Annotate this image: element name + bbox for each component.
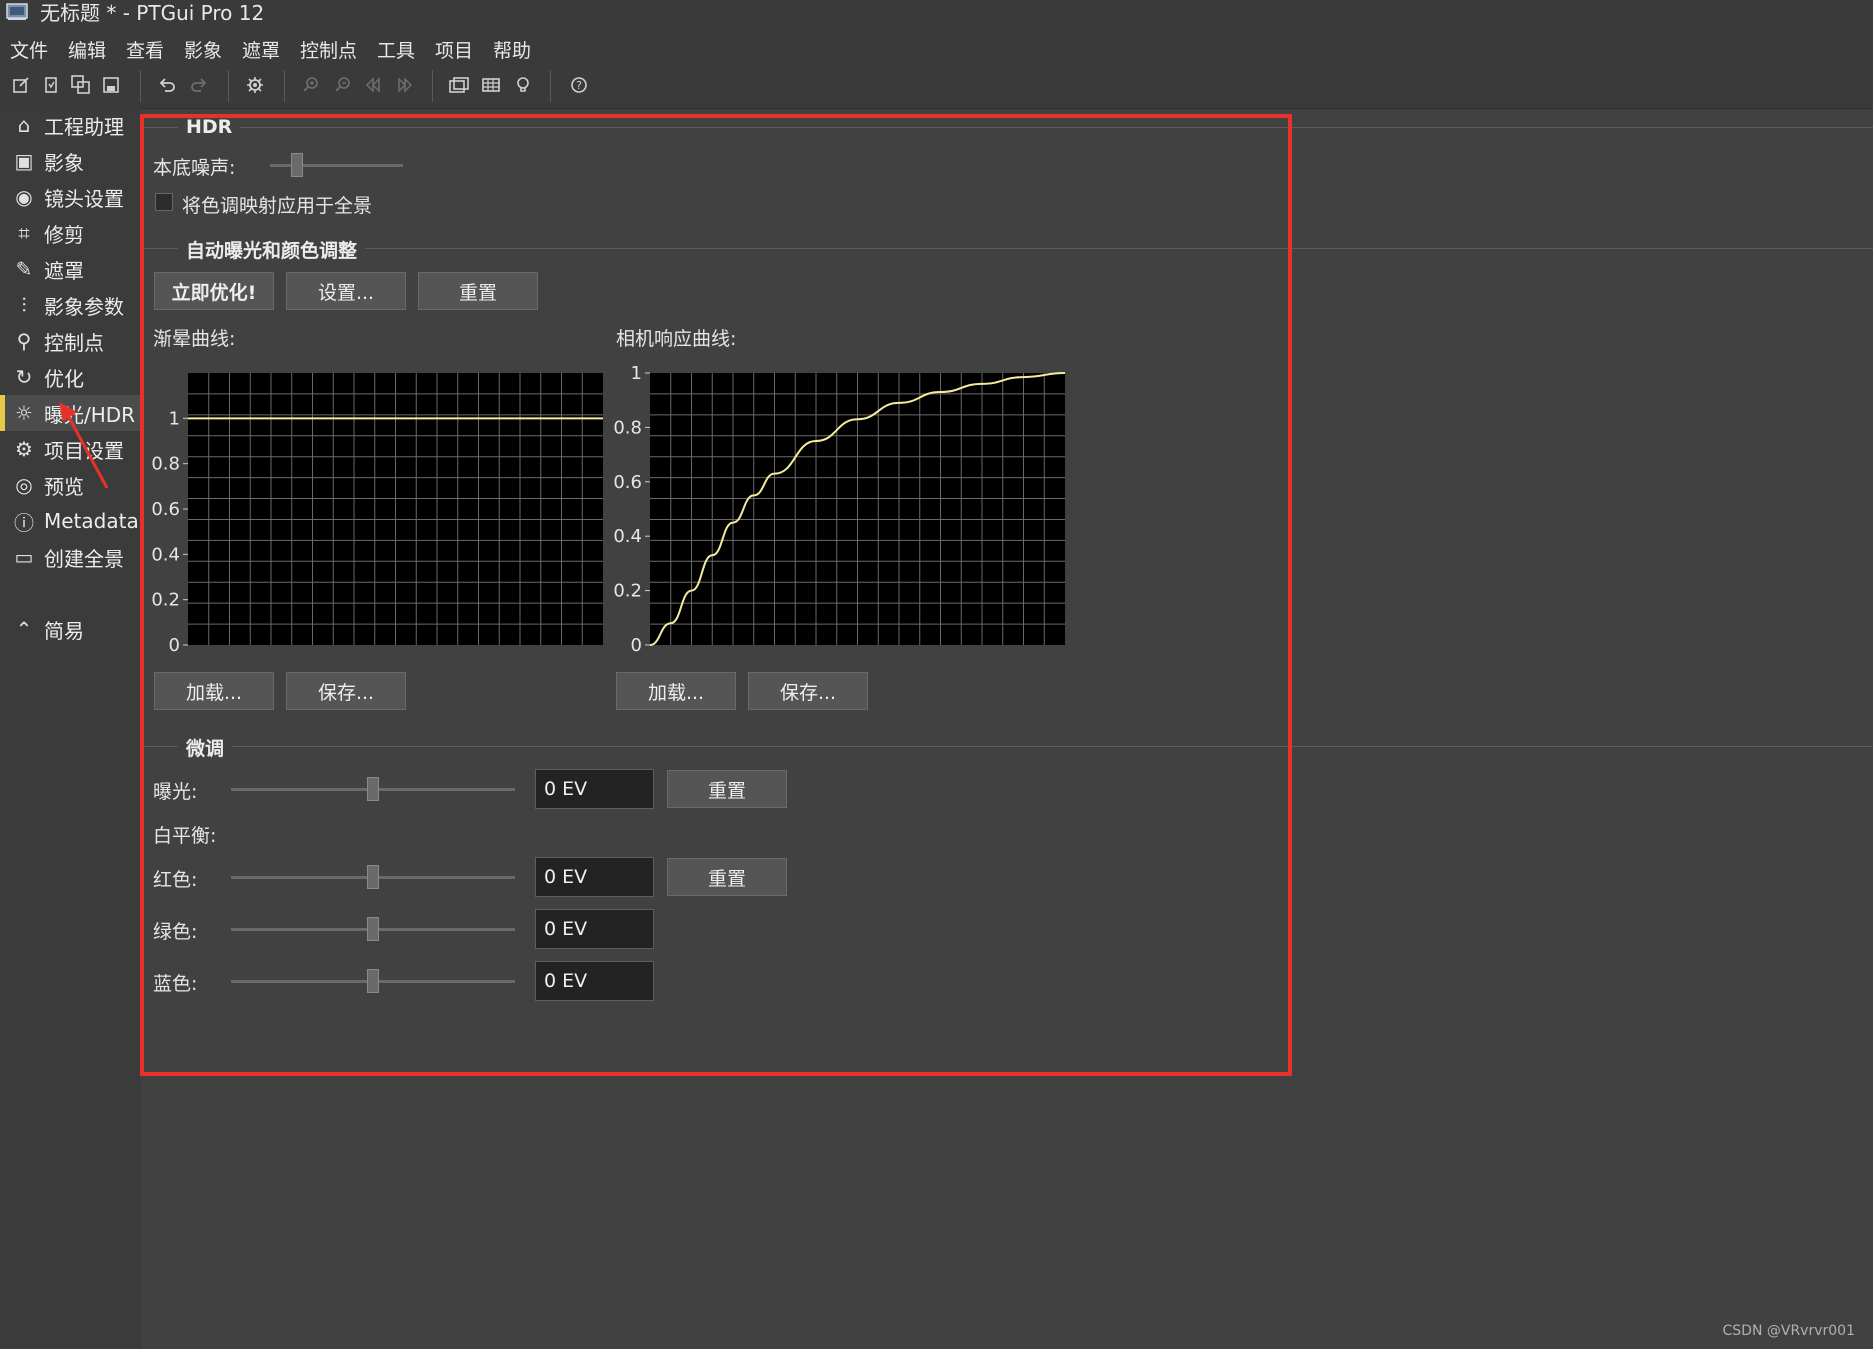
control-points-icon: ⚲ xyxy=(16,329,32,353)
sun-icon: ☼ xyxy=(15,401,33,425)
sidebar-item-label: 影象 xyxy=(44,150,84,175)
table-icon[interactable] xyxy=(478,72,504,98)
panorama-editor-icon[interactable] xyxy=(446,72,472,98)
crop-icon: ⌗ xyxy=(18,221,30,245)
sidebar-item-label: 创建全景 xyxy=(44,546,124,571)
menu-item-0[interactable]: 文件 xyxy=(10,36,48,63)
sidebar-item-4[interactable]: ✎ 遮罩 xyxy=(0,251,141,287)
title-bar xyxy=(0,0,1873,30)
undo-icon[interactable] xyxy=(154,72,180,98)
redo-icon[interactable] xyxy=(186,72,212,98)
optimize-icon: ↻ xyxy=(15,365,33,389)
sidebar-item-6[interactable]: ⚲ 控制点 xyxy=(0,323,141,359)
annotation-arrow xyxy=(59,402,109,489)
menu-item-6[interactable]: 工具 xyxy=(377,36,415,63)
zoom-out-icon[interactable] xyxy=(330,72,356,98)
gear-icon: ⚙ xyxy=(15,437,33,461)
watermark: CSDN @VRvrvr001 xyxy=(1722,1323,1855,1339)
menu-item-5[interactable]: 控制点 xyxy=(300,36,357,63)
eye-icon: ◎ xyxy=(15,473,33,497)
last-image-icon[interactable] xyxy=(392,72,418,98)
sidebar-item-label: 优化 xyxy=(44,366,84,391)
home-icon: ⌂ xyxy=(17,113,31,137)
menu-item-8[interactable]: 帮助 xyxy=(493,36,531,63)
sliders-icon: ⫶ xyxy=(21,293,27,317)
sidebar-item-1[interactable]: ▣ 影象 xyxy=(0,143,141,179)
toolbar xyxy=(0,64,1873,109)
sidebar-item-0[interactable]: ⌂ 工程助理 xyxy=(0,107,141,143)
chevron-up-circle-icon: ⌃ xyxy=(15,617,33,641)
sidebar-item-12[interactable]: ▭ 创建全景 xyxy=(0,539,141,575)
sidebar-item-label: 控制点 xyxy=(44,330,104,355)
image-icon: ▣ xyxy=(14,149,34,173)
panorama-icon: ▭ xyxy=(14,545,34,569)
menu-item-3[interactable]: 影象 xyxy=(184,36,222,63)
sidebar-simple-toggle[interactable]: ⌃ 简易 xyxy=(0,611,141,647)
open-project-icon[interactable] xyxy=(38,72,64,98)
sidebar-item-2[interactable]: ◉ 镜头设置 xyxy=(0,179,141,215)
settings-icon[interactable] xyxy=(242,72,268,98)
bulb-icon[interactable] xyxy=(510,72,536,98)
sidebar-item-label: 修剪 xyxy=(44,222,84,247)
save-icon[interactable] xyxy=(98,72,124,98)
sidebar-item-label: 镜头设置 xyxy=(44,186,124,211)
menu-bar xyxy=(0,30,1873,64)
sidebar-item-7[interactable]: ↻ 优化 xyxy=(0,359,141,395)
sidebar-item-3[interactable]: ⌗ 修剪 xyxy=(0,215,141,251)
app-icon xyxy=(6,2,30,22)
annotation-highlight-box xyxy=(140,114,1292,1076)
sidebar-simple-label: 简易 xyxy=(44,618,84,643)
sidebar-item-5[interactable]: ⫶ 影象参数 xyxy=(0,287,141,323)
duplicate-icon[interactable] xyxy=(68,72,94,98)
window-title: 无标题 * - PTGui Pro 12 xyxy=(40,1,265,25)
menu-item-2[interactable]: 查看 xyxy=(126,36,164,63)
sidebar-item-label: 工程助理 xyxy=(44,114,124,139)
camera-icon: ◉ xyxy=(15,185,33,209)
menu-item-7[interactable]: 项目 xyxy=(435,36,473,63)
info-icon: ⓘ xyxy=(14,510,34,535)
menu-item-1[interactable]: 编辑 xyxy=(68,36,106,63)
svg-text:?: ? xyxy=(576,79,582,92)
brush-icon: ✎ xyxy=(15,257,33,281)
menu-item-4[interactable]: 遮罩 xyxy=(242,36,280,63)
first-image-icon[interactable] xyxy=(360,72,386,98)
zoom-in-icon[interactable] xyxy=(298,72,324,98)
sidebar-item-label: 遮罩 xyxy=(44,258,84,283)
sidebar-item-label: 影象参数 xyxy=(44,294,124,319)
help-icon[interactable]: ? xyxy=(566,72,592,98)
new-project-icon[interactable] xyxy=(8,72,34,98)
sidebar-item-11[interactable]: ⓘ Metadata xyxy=(0,503,141,539)
sidebar-item-label: Metadata xyxy=(44,509,139,533)
